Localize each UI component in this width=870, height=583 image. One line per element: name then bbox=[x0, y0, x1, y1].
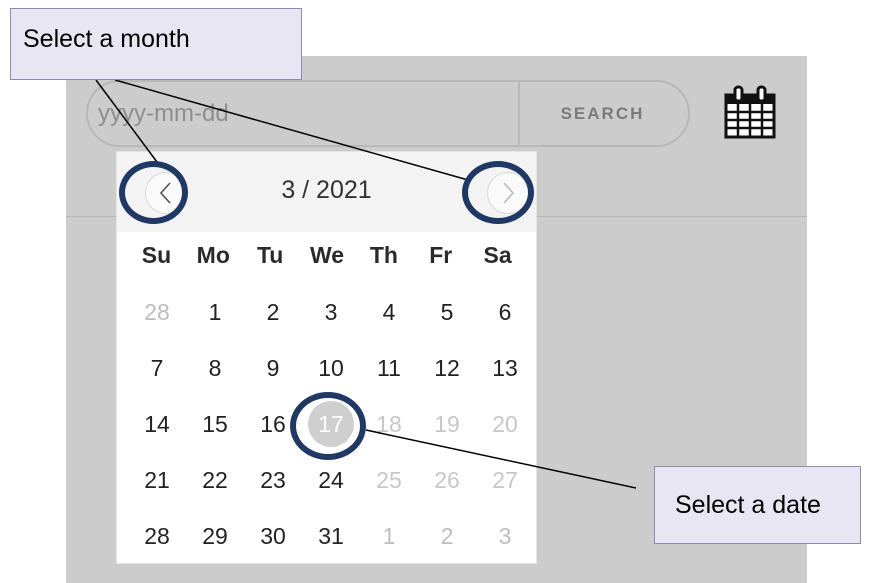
day-cell[interactable]: 16 bbox=[244, 396, 302, 452]
day-cell[interactable]: 13 bbox=[476, 340, 534, 396]
day-number: 25 bbox=[376, 466, 402, 493]
day-number: 11 bbox=[377, 354, 401, 381]
weekday-label: Fr bbox=[429, 242, 453, 268]
day-number: 16 bbox=[260, 410, 286, 437]
day-cell[interactable]: 1 bbox=[186, 284, 244, 340]
day-number: 26 bbox=[434, 466, 460, 493]
day-cell-disabled: 18 bbox=[360, 396, 418, 452]
day-cell[interactable]: 24 bbox=[302, 452, 360, 508]
day-cell[interactable]: 12 bbox=[418, 340, 476, 396]
day-cell[interactable]: 6 bbox=[476, 284, 534, 340]
day-number: 5 bbox=[440, 298, 454, 325]
day-number: 12 bbox=[434, 354, 460, 381]
day-cell[interactable]: 14 bbox=[128, 396, 186, 452]
day-cell-next-month: 2 bbox=[418, 508, 476, 564]
next-month-button[interactable] bbox=[487, 172, 529, 214]
date-picker: 3 / 2021 Su Mo Tu We Th Fr Sa 28 1 2 3 4… bbox=[116, 151, 537, 564]
day-number: 1 bbox=[208, 298, 222, 325]
day-number: 18 bbox=[376, 410, 402, 437]
day-number: 29 bbox=[202, 522, 228, 549]
weekday-label: Th bbox=[369, 242, 398, 268]
day-cell[interactable]: 21 bbox=[128, 452, 186, 508]
day-cell[interactable]: 5 bbox=[418, 284, 476, 340]
weekday-label: Tu bbox=[256, 242, 284, 268]
day-cell[interactable]: 15 bbox=[186, 396, 244, 452]
day-cell[interactable]: 28 bbox=[128, 508, 186, 564]
day-cell[interactable]: 7 bbox=[128, 340, 186, 396]
day-number: 20 bbox=[492, 410, 518, 437]
day-cell[interactable]: 23 bbox=[244, 452, 302, 508]
day-number: 10 bbox=[318, 354, 344, 381]
weekday-label: Mo bbox=[196, 242, 230, 268]
day-cell[interactable]: 11 bbox=[360, 340, 418, 396]
day-number: 22 bbox=[202, 466, 228, 493]
day-cell-disabled: 19 bbox=[418, 396, 476, 452]
weekday-label: We bbox=[309, 242, 345, 268]
day-cell[interactable]: 22 bbox=[186, 452, 244, 508]
day-cell[interactable]: 4 bbox=[360, 284, 418, 340]
day-number: 4 bbox=[382, 298, 396, 325]
day-number: 1 bbox=[382, 522, 396, 549]
day-cell-selected[interactable]: 17 bbox=[302, 396, 360, 452]
day-number: 3 bbox=[324, 298, 338, 325]
chevron-right-icon bbox=[503, 182, 515, 204]
day-number: 19 bbox=[434, 410, 460, 437]
day-number: 28 bbox=[144, 298, 170, 325]
day-cell[interactable]: 3 bbox=[302, 284, 360, 340]
day-cell[interactable]: 2 bbox=[244, 284, 302, 340]
day-grid: 28 1 2 3 4 5 6 7 8 9 10 11 12 13 14 15 1… bbox=[128, 284, 526, 564]
day-cell[interactable]: 8 bbox=[186, 340, 244, 396]
day-cell[interactable]: 31 bbox=[302, 508, 360, 564]
day-number: 31 bbox=[318, 522, 344, 549]
day-number: 2 bbox=[266, 298, 280, 325]
weekday-label: Su bbox=[141, 242, 172, 268]
day-number: 6 bbox=[498, 298, 512, 325]
day-number: 7 bbox=[150, 354, 164, 381]
day-number: 17 bbox=[318, 410, 344, 437]
callout-select-date: Select a date bbox=[654, 466, 861, 544]
day-cell-next-month: 1 bbox=[360, 508, 418, 564]
day-cell[interactable]: 30 bbox=[244, 508, 302, 564]
calendar-icon[interactable] bbox=[720, 82, 780, 142]
day-number: 27 bbox=[492, 466, 518, 493]
weekday-label: Sa bbox=[483, 242, 512, 268]
day-number: 23 bbox=[260, 466, 286, 493]
day-number: 28 bbox=[144, 522, 170, 549]
day-cell-disabled: 26 bbox=[418, 452, 476, 508]
month-year-label: 3 / 2021 bbox=[281, 176, 372, 204]
callout-select-month: Select a month bbox=[10, 8, 302, 80]
day-cell-next-month: 3 bbox=[476, 508, 534, 564]
day-cell-prev-month[interactable]: 28 bbox=[128, 284, 186, 340]
weekday-header: Su Mo Tu We Th Fr Sa bbox=[128, 242, 526, 269]
day-number: 24 bbox=[318, 466, 344, 493]
day-number: 15 bbox=[202, 410, 228, 437]
date-search-input[interactable] bbox=[98, 94, 498, 134]
day-cell[interactable]: 10 bbox=[302, 340, 360, 396]
date-picker-header: 3 / 2021 bbox=[117, 152, 536, 232]
search-button[interactable]: SEARCH bbox=[520, 82, 685, 145]
day-cell-disabled: 27 bbox=[476, 452, 534, 508]
day-cell-disabled: 20 bbox=[476, 396, 534, 452]
day-number: 14 bbox=[144, 410, 170, 437]
day-number: 21 bbox=[144, 466, 170, 493]
day-cell[interactable]: 9 bbox=[244, 340, 302, 396]
day-number: 2 bbox=[440, 522, 454, 549]
day-number: 8 bbox=[208, 354, 222, 381]
day-number: 30 bbox=[260, 522, 286, 549]
day-cell-disabled: 25 bbox=[360, 452, 418, 508]
day-number: 9 bbox=[266, 354, 280, 381]
day-number: 13 bbox=[492, 354, 518, 381]
day-number: 3 bbox=[498, 522, 512, 549]
day-cell[interactable]: 29 bbox=[186, 508, 244, 564]
